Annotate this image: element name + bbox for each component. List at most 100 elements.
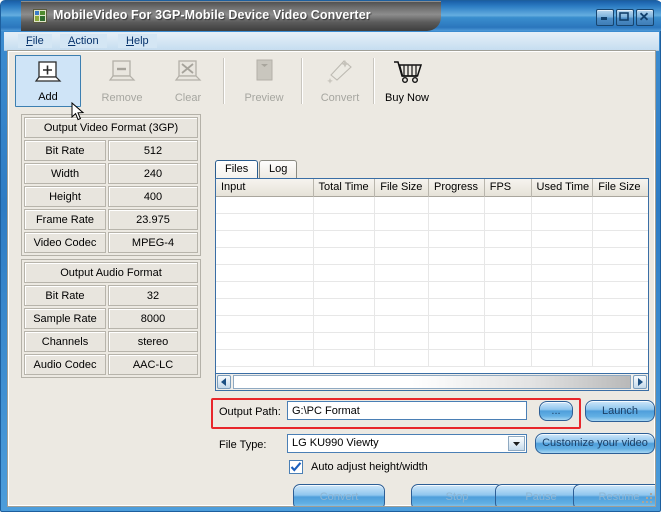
chevron-down-icon[interactable] [508,436,525,451]
auto-adjust-checkbox[interactable] [289,460,303,474]
audio-channels-label: Channels [24,331,106,352]
file-type-value: LG KU990 Viewty [292,437,379,449]
customize-your-video-button[interactable]: Customize your video [535,433,655,454]
scroll-right-icon[interactable] [633,375,647,389]
launch-button[interactable]: Launch [585,400,655,422]
audio-bit-rate-label: Bit Rate [24,285,106,306]
toolbar-button-buy-now[interactable]: Buy Now [371,55,443,107]
horizontal-scrollbar[interactable] [215,374,649,391]
column-header-progress[interactable]: Progress [429,179,485,197]
table-row[interactable] [216,316,648,333]
toolbar-button-preview[interactable]: Preview [231,55,297,107]
video-format-row: Width 240 [24,163,198,184]
video-height-value: 400 [108,186,198,207]
right-panel: Files Log Input Total Time File Size Pro… [209,110,655,506]
output-path-label: Output Path: [219,406,281,418]
toolbar-button-add[interactable]: Add [15,55,81,107]
video-frame-rate-value: 23.975 [108,209,198,230]
tab-log[interactable]: Log [259,160,298,178]
menu-bar: File Action Help [4,32,659,51]
video-format-title: Output Video Format (3GP) [24,117,198,138]
tab-files[interactable]: Files [215,160,259,178]
menu-item-action-rest: ction [75,35,99,47]
video-codec-value: MPEG-4 [108,232,198,253]
menu-item-file-rest: ile [32,35,44,47]
output-path-input[interactable]: G:\PC Format [287,401,527,420]
audio-bit-rate-value: 32 [108,285,198,306]
audio-channels-value: stereo [108,331,198,352]
toolbar-label-convert: Convert [320,92,360,104]
audio-format-row: Sample Rate 8000 [24,308,198,329]
audio-format-row: Bit Rate 32 [24,285,198,306]
video-bit-rate-value: 512 [108,140,198,161]
check-icon [290,462,302,472]
table-row[interactable] [216,248,648,265]
convert-button[interactable]: Convert [293,484,385,506]
toolbar-button-remove[interactable]: Remove [89,55,155,107]
file-type-select[interactable]: LG KU990 Viewty [287,434,527,453]
client-inner: Add Remove Clear Preview Convert Buy Now… [8,51,655,506]
tab-log-label: Log [269,163,288,175]
scrollbar-thumb[interactable] [233,375,631,389]
audio-format-title: Output Audio Format [24,262,198,283]
menu-item-help-rest: elp [133,35,149,47]
table-row[interactable] [216,282,648,299]
column-header-output-file-size[interactable]: File Size [593,179,648,197]
table-row[interactable] [216,333,648,350]
audio-format-row: Audio Codec AAC-LC [24,354,198,375]
audio-format-row: Channels stereo [24,331,198,352]
window-title: MobileVideo For 3GP-Mobile Device Video … [53,8,371,22]
browse-output-path-button[interactable]: ... [539,401,573,421]
menu-item-help[interactable]: Help [118,34,157,48]
menu-item-action[interactable]: Action [60,34,107,48]
clear-list-icon [172,58,204,88]
video-format-row: Video Codec MPEG-4 [24,232,198,253]
audio-sample-rate-label: Sample Rate [24,308,106,329]
video-width-label: Width [24,163,106,184]
toolbar-button-convert[interactable]: Convert [307,55,373,107]
column-header-file-size[interactable]: File Size [375,179,429,197]
column-header-fps[interactable]: FPS [485,179,532,197]
video-width-value: 240 [108,163,198,184]
file-type-label: File Type: [219,439,267,451]
add-video-icon [32,59,64,89]
stop-button[interactable]: Stop [411,484,503,506]
table-row[interactable] [216,299,648,316]
toolbar-button-clear[interactable]: Clear [155,55,221,107]
close-icon[interactable] [636,9,654,26]
shopping-cart-icon [391,58,423,88]
column-header-input[interactable]: Input [216,179,314,197]
application-window: MobileVideo For 3GP-Mobile Device Video … [0,0,661,512]
convert-icon [324,58,356,88]
output-video-format-panel: Output Video Format (3GP) Bit Rate 512 W… [21,114,201,256]
toolbar-label-remove: Remove [101,92,143,104]
title-bar[interactable]: MobileVideo For 3GP-Mobile Device Video … [1,1,661,31]
table-row[interactable] [216,265,648,282]
column-header-total-time[interactable]: Total Time [314,179,376,197]
video-format-row: Bit Rate 512 [24,140,198,161]
toolbar-separator-2 [301,58,303,104]
file-list-grid[interactable]: Input Total Time File Size Progress FPS … [215,178,649,374]
video-format-row: Height 400 [24,186,198,207]
toolbar-separator-1 [223,58,225,104]
grid-body[interactable] [216,197,648,373]
preview-icon [248,58,280,88]
app-icon [33,9,47,23]
remove-video-icon [106,58,138,88]
table-row[interactable] [216,214,648,231]
table-row[interactable] [216,350,648,367]
menu-item-file[interactable]: File [18,34,52,48]
scroll-left-icon[interactable] [217,375,231,389]
table-row[interactable] [216,197,648,214]
resize-grip[interactable] [638,489,652,503]
column-header-used-time[interactable]: Used Time [532,179,594,197]
audio-codec-value: AAC-LC [108,354,198,375]
table-row[interactable] [216,231,648,248]
toolbar-label-preview: Preview [244,92,284,104]
mouse-cursor [71,101,85,125]
minimize-icon[interactable] [596,9,614,26]
toolbar: Add Remove Clear Preview Convert Buy Now [9,52,655,121]
maximize-icon[interactable] [616,9,634,26]
client-area: Add Remove Clear Preview Convert Buy Now… [7,50,656,507]
output-audio-format-panel: Output Audio Format Bit Rate 32 Sample R… [21,259,201,378]
